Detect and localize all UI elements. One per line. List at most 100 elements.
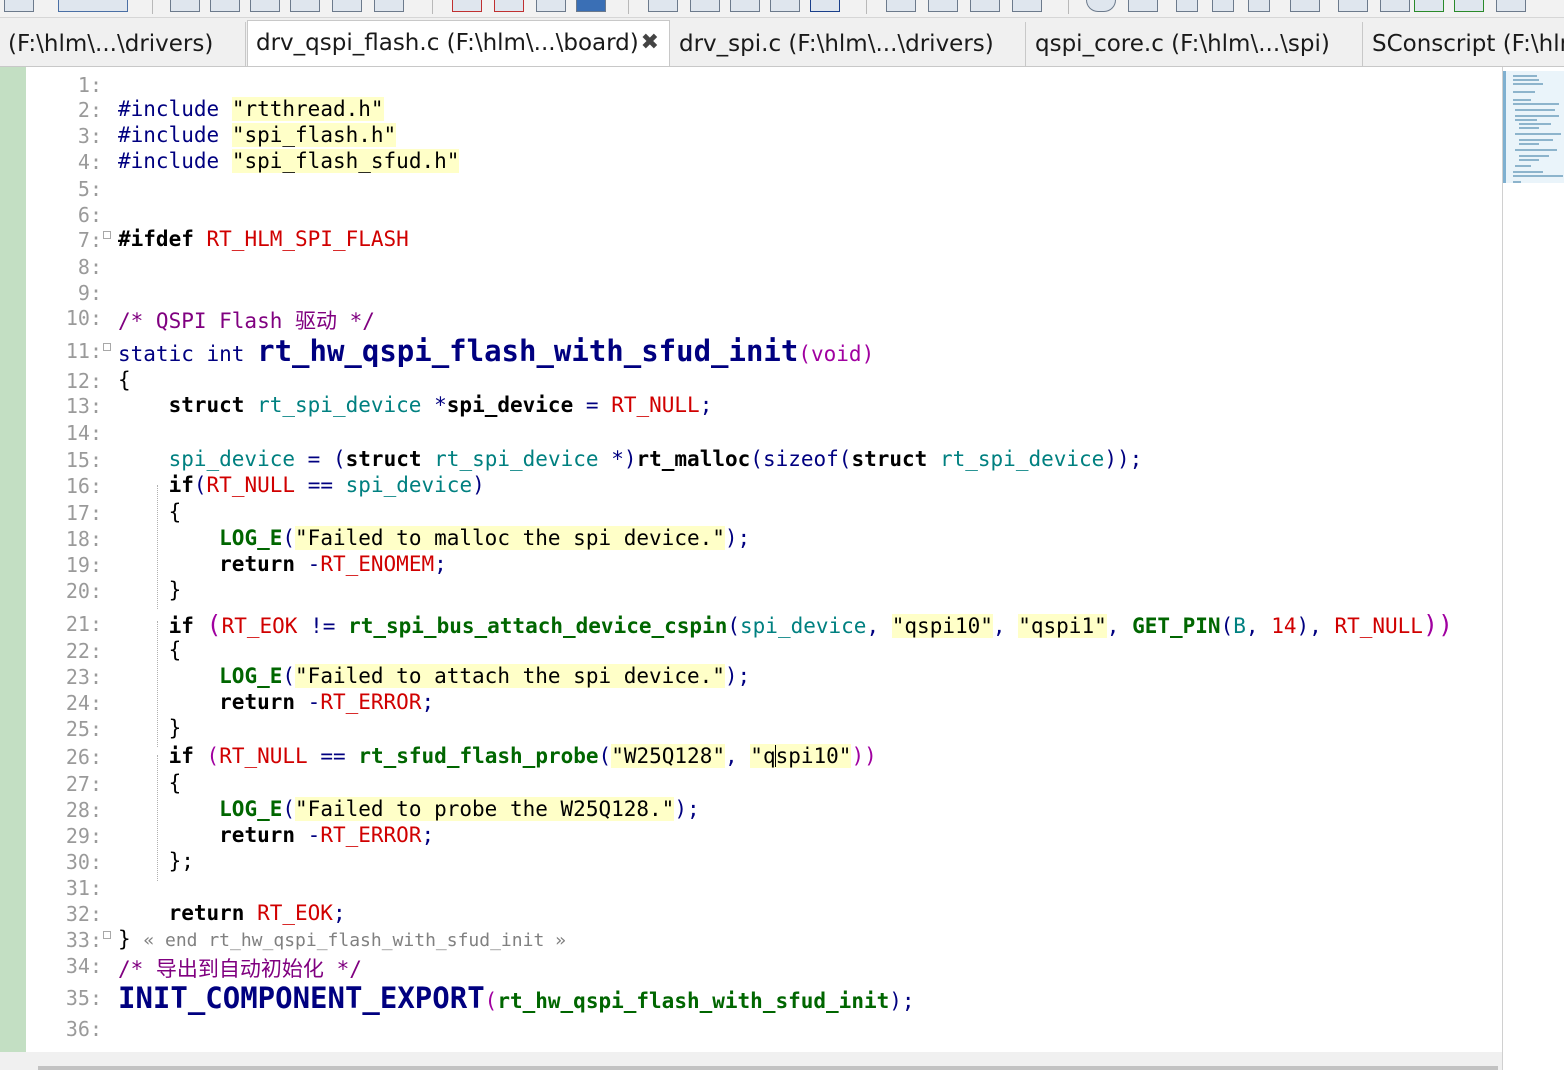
tab-drv-spi[interactable]: drv_spi.c (F:\hlm\...\drivers) [671,22,1026,66]
paste-icon[interactable] [250,0,280,12]
document-icon[interactable] [690,0,720,12]
macro-name: RT_NULL [1334,614,1423,638]
code-line: 27: { [0,771,1502,797]
line-number: 9: [77,281,102,305]
fold-marker-icon[interactable] [103,343,111,351]
minimap-line [1519,123,1551,125]
ifdef-directive: #ifdef [118,227,194,251]
expand-icon[interactable] [1454,0,1484,12]
file3-icon[interactable] [1248,0,1270,12]
semicolon: ; [421,823,435,847]
arrows-icon[interactable] [1414,0,1444,12]
clipboard-icon[interactable] [290,0,320,12]
macro-name: RT_ENOMEM [320,552,435,576]
line-number: 36: [65,1017,102,1041]
tab-qspi-core[interactable]: qspi_core.c (F:\hlm\...\spi) [1027,22,1363,66]
comma: , [866,614,880,638]
macro-icon[interactable] [648,0,678,12]
string-literal-end: spi10" [775,744,852,768]
line-number: 24: [65,691,102,715]
file2-icon[interactable] [1212,0,1234,12]
tab-drv-qspi-flash[interactable]: drv_qspi_flash.c (F:\hlm\...\board) ✖ [247,20,670,66]
tab-label: (F:\hlm\...\drivers) [8,31,214,57]
paren: ( [727,614,741,638]
minimap-line [1519,155,1549,157]
keyword: return [168,901,245,925]
code-line: 30: }; [0,849,1502,875]
paren: ( [332,447,346,471]
brace: { [168,500,182,524]
minimap-line [1515,133,1561,135]
brace: { [118,368,131,392]
indent-left-icon[interactable] [452,0,482,12]
wrap-icon[interactable] [536,0,566,12]
string-literal: "qspi10" [891,614,993,638]
replace-icon[interactable] [332,0,362,12]
fold-marker-icon[interactable] [103,231,111,239]
parameter-list: (void) [798,342,875,366]
minimap-line [1519,127,1539,129]
stack-icon[interactable] [1338,0,1368,12]
paren: ); [889,989,915,1013]
font-icon[interactable] [770,0,800,12]
code-line: 21: if (RT_EOK != rt_spi_bus_attach_devi… [0,610,1502,640]
function-call: LOG_E [219,526,283,550]
find-icon[interactable] [374,0,404,12]
code-line: 17: { [0,500,1502,526]
cut-icon[interactable] [170,0,200,12]
copy-icon[interactable] [210,0,240,12]
variable-name: spi_device [446,393,574,417]
scrollbar-thumb[interactable] [38,1066,1498,1070]
line-number: 4: [77,150,102,174]
paren: ); [724,526,751,550]
semicolon: ; [699,393,713,417]
string-literal: "W25Q128" [611,744,725,768]
tab-sconscript[interactable]: SConscript (F:\hlm [1364,22,1564,66]
close-icon[interactable]: ✖ [641,21,659,65]
code-line: 28: LOG_E("Failed to probe the W25Q128."… [0,797,1502,823]
list-icon[interactable] [1380,0,1410,12]
brace: } [168,578,182,602]
operator: = [307,447,321,471]
line-number: 10: [65,306,102,330]
code-editor[interactable]: 1: 2: #include "rtthread.h" 3: #include … [0,67,1502,1052]
book-icon[interactable] [730,0,760,12]
comma: , [1106,614,1120,638]
monitor-icon[interactable] [1128,0,1158,12]
tile-icon[interactable] [1012,0,1042,12]
code-line: 1: [0,72,1502,98]
operator: - [307,690,321,714]
window-icon[interactable] [886,0,916,12]
tab-drivers[interactable]: (F:\hlm\...\drivers) [0,22,246,66]
bookmark-icon[interactable] [576,0,606,12]
minimap-line [1515,165,1531,167]
keyword: struct [168,393,245,417]
fold-marker-icon[interactable] [103,931,111,939]
split-icon[interactable] [970,0,1000,12]
minimap-line [1513,91,1535,93]
grid-icon[interactable] [1290,0,1320,12]
macro-name: RT_EOK [221,614,298,638]
code-line: 24: return -RT_ERROR; [0,690,1502,716]
layout-icon[interactable] [928,0,958,12]
operator: - [307,823,321,847]
file-icon[interactable] [1176,0,1198,12]
panels-icon[interactable] [1496,0,1526,12]
document-minimap[interactable] [1502,67,1564,1070]
code-line: 3: #include "spi_flash.h" [0,123,1502,149]
line-number: 16: [65,474,102,498]
code-line: 26: if (RT_NULL == rt_sfud_flash_probe("… [0,744,1502,770]
horizontal-scrollbar[interactable] [0,1052,1502,1070]
undo-redo-icon[interactable] [58,0,128,12]
check-icon[interactable] [810,0,840,12]
save-icon[interactable] [4,0,34,12]
keyword: return [219,552,296,576]
keyword: if [168,473,194,497]
code-line: 11: static int rt_hw_qspi_flash_with_sfu… [0,333,1502,368]
record-icon[interactable] [1086,0,1116,12]
brace: } [118,927,131,951]
indent-right-icon[interactable] [494,0,524,12]
tab-label: drv_spi.c (F:\hlm\...\drivers) [679,31,994,57]
line-number: 18: [65,527,102,551]
line-number: 28: [65,798,102,822]
